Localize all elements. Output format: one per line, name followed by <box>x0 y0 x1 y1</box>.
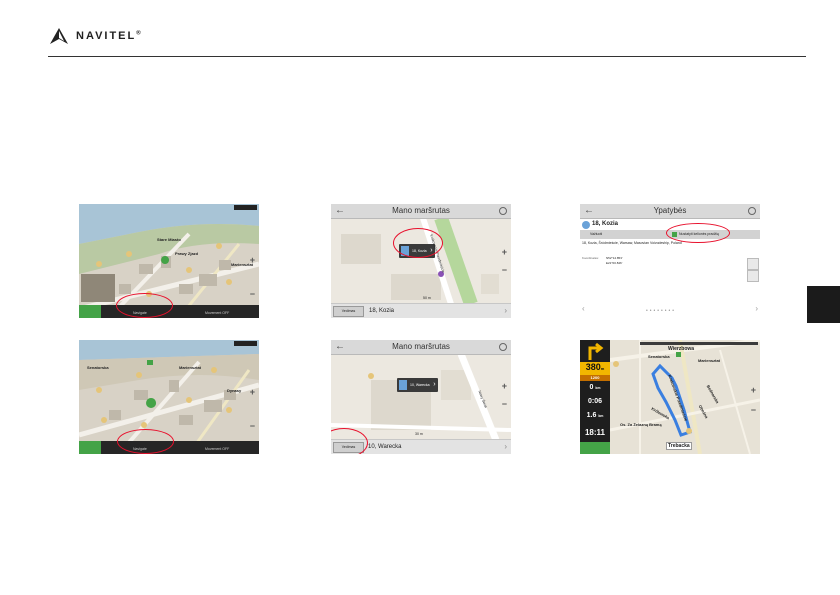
current-street: Trebacka <box>666 442 692 450</box>
screenshot-map-3d-2: Senatorska Mariensztat Dynasy + − Naviga… <box>79 340 259 454</box>
guidance-button[interactable]: Vedimas <box>333 306 364 317</box>
screen-title: Ypatybės <box>653 206 687 215</box>
highlight-ring <box>116 293 173 318</box>
scale-label: 50 m <box>423 296 431 300</box>
header-divider <box>48 56 806 57</box>
street-label: Senatorska <box>648 354 670 359</box>
chevron-right-icon[interactable]: › <box>504 441 507 453</box>
navitel-logo-icon <box>50 28 68 44</box>
zoom-out-icon[interactable]: − <box>502 266 507 275</box>
bottom-bar: Vedimas 18, Kozia › <box>331 303 511 318</box>
highlight-ring <box>117 429 174 454</box>
menu-button[interactable] <box>79 305 101 318</box>
movement-button[interactable]: Movement OFF <box>205 447 229 451</box>
chevron-right-icon[interactable]: › <box>504 305 507 317</box>
map-label: Senatorska <box>87 365 109 370</box>
map-label: Mariensztat <box>179 365 202 370</box>
highlight-ring <box>393 228 443 258</box>
zoom-in-icon[interactable]: + <box>502 382 507 391</box>
screenshot-navigation: 380m 1200 0 km 0:06 1.6 km 18:11 Wierzbo… <box>580 340 760 454</box>
zoom-out-icon[interactable]: − <box>250 422 255 431</box>
prev-icon[interactable]: ‹ <box>582 304 585 313</box>
house-icon <box>399 380 407 390</box>
screenshot-properties: ← Ypatybės 18, Kozia Važiuoti Nustatyti … <box>580 204 760 318</box>
place-name: 18, Kozia <box>592 221 619 227</box>
settings-icon[interactable] <box>748 207 756 215</box>
page-header: NAVITEL® <box>48 22 143 50</box>
coordinates-label: Koordinatės: <box>582 256 599 260</box>
next-turn-distance: 1200 <box>580 375 610 381</box>
go-button[interactable]: Važiuoti <box>590 232 602 236</box>
clock: 18:11 <box>584 428 606 437</box>
settings-icon[interactable] <box>499 207 507 215</box>
brand-name: NAVITEL® <box>76 30 143 42</box>
screen-title: Mano maršrutas <box>392 206 450 215</box>
street-label: Mariensztat <box>698 358 721 363</box>
title-bar: ← Mano maršrutas <box>331 340 511 355</box>
screenshot-my-route-2: ← Mano maršrutas 10, Warecka › Nowy Świat… <box>331 340 511 454</box>
time-remaining: 0:06 <box>587 398 602 405</box>
screenshot-my-route-1: ← Mano maršrutas 18, Kozia › Krakowskie P… <box>331 204 511 318</box>
side-action-button[interactable] <box>747 270 759 282</box>
zoom-out-icon[interactable]: − <box>751 406 756 415</box>
route-address: 18, Kozia <box>369 308 395 314</box>
map-label: Prawy Zjazd <box>175 251 199 256</box>
chevron-right-icon: › <box>433 381 436 388</box>
street-label: Wierzbowa <box>668 346 695 352</box>
street-label: Os. Za Żelazną Bramą <box>620 422 662 427</box>
section-tab <box>807 286 840 323</box>
settings-icon[interactable] <box>499 343 507 351</box>
title-bar: ← Ypatybės <box>580 204 760 219</box>
address-bubble[interactable]: 10, Warecka › <box>397 378 438 392</box>
zoom-in-icon[interactable]: + <box>751 386 756 395</box>
menu-button[interactable] <box>580 442 610 454</box>
turn-arrow-icon <box>580 340 610 362</box>
page-dots: •••••••• <box>646 308 677 314</box>
movement-button[interactable]: Movement OFF <box>205 311 229 315</box>
zoom-out-icon[interactable]: − <box>250 290 255 299</box>
distance-remaining: 1.6 km <box>586 412 604 419</box>
full-address: 18, Kozia, Śródmieście, Warsaw, Masovian… <box>582 241 682 245</box>
menu-button[interactable] <box>79 441 101 454</box>
turn-distance: 380m <box>580 362 610 375</box>
zoom-out-icon[interactable]: − <box>502 400 507 409</box>
zoom-in-icon[interactable]: + <box>250 256 255 265</box>
place-icon <box>582 221 590 229</box>
side-action-button[interactable] <box>747 258 759 270</box>
title-bar: ← Mano maršrutas <box>331 204 511 219</box>
map-label: Dynasy <box>227 388 242 393</box>
screenshot-map-3d-1: Stare Miasto Prawy Zjazd Mariensztat + −… <box>79 204 259 318</box>
map-2d-view <box>331 204 511 318</box>
map-label: Stare Miasto <box>157 237 181 242</box>
zoom-in-icon[interactable]: + <box>502 248 507 257</box>
distance-to-turn: 0 km <box>589 384 601 391</box>
next-icon[interactable]: › <box>755 304 758 313</box>
screen-title: Mano maršrutas <box>392 342 450 351</box>
highlight-ring <box>666 223 730 243</box>
zoom-in-icon[interactable]: + <box>250 388 255 397</box>
coordinates-lon: E21°00.846' <box>606 261 623 265</box>
navigation-panel: 380m 1200 0 km 0:06 1.6 km 18:11 <box>580 340 610 454</box>
coordinates-lat: N52°14.853' <box>606 256 623 260</box>
route-address: 10, Warecka <box>368 444 402 450</box>
scale-label: 30 m <box>415 432 423 436</box>
